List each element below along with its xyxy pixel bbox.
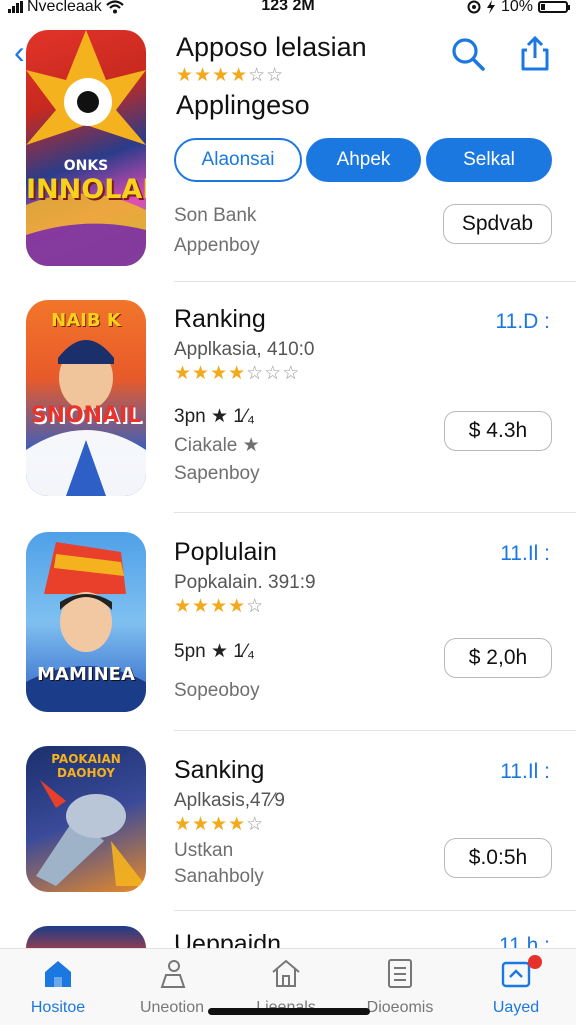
app-name[interactable]: Ranking bbox=[174, 305, 266, 334]
search-icon[interactable] bbox=[450, 36, 486, 72]
price-button[interactable]: $.0:5h bbox=[444, 838, 552, 878]
app-line-3: Sopeoboy bbox=[174, 680, 260, 701]
app-meta: Popkalain. 391:9 bbox=[174, 572, 316, 593]
charging-icon bbox=[486, 0, 495, 14]
page-subtitle: Applingeso bbox=[176, 90, 310, 120]
app-name[interactable]: Sanking bbox=[174, 756, 264, 785]
app-rating-stars: ★★★★☆ bbox=[174, 596, 265, 617]
app-line-3: Sapenboy bbox=[174, 463, 260, 484]
app-meta: Applkasia, 410:0 bbox=[174, 339, 315, 360]
poplulain-tile-text: MAMINEA bbox=[37, 664, 135, 685]
divider bbox=[174, 730, 576, 731]
sanking-tile-top-text: PAOKAIAN DAOHOY bbox=[51, 752, 121, 780]
header-tile-small-text: ONKS bbox=[63, 158, 109, 174]
app-rating-stars: ★★★★☆☆☆ bbox=[174, 363, 301, 384]
header-app-icon[interactable]: ONKS INNOLAI bbox=[26, 30, 146, 266]
notification-badge bbox=[528, 955, 542, 969]
tab-uneotion[interactable]: Uneotion bbox=[122, 949, 222, 1025]
status-bar: Nvecleaak 123 2M 10% bbox=[0, 0, 576, 18]
app-line-1: 3pn ★ 1⁄₄ bbox=[174, 406, 255, 427]
filter-pill-2[interactable]: Ahpek bbox=[306, 138, 421, 182]
page-title: Apposo lelasian bbox=[176, 32, 367, 62]
battery-icon bbox=[538, 1, 570, 13]
back-icon[interactable]: ‹ bbox=[14, 34, 25, 71]
poplulain-tile-art bbox=[26, 542, 146, 712]
header-tile-text: INNOLAI bbox=[26, 174, 146, 205]
app-line-3: Sanahboly bbox=[174, 866, 264, 887]
app-rank: 11.D : bbox=[495, 310, 550, 333]
app-name[interactable]: Poplulain bbox=[174, 538, 277, 567]
app-line-1: Ustkan bbox=[174, 840, 234, 861]
filter-pill-3[interactable]: Selkal bbox=[426, 138, 552, 182]
tab-label: Hositoe bbox=[30, 999, 86, 1016]
tab-home[interactable]: Hositoe bbox=[8, 949, 108, 1025]
home-indicator[interactable] bbox=[208, 1008, 370, 1015]
app-icon-poplulain[interactable]: MAMINEA bbox=[26, 532, 146, 712]
header-tile-art bbox=[26, 30, 146, 266]
tab-label: Uayed bbox=[492, 999, 540, 1016]
divider bbox=[174, 910, 576, 911]
app-line-2: Ciakale ★ bbox=[174, 435, 260, 456]
divider bbox=[174, 512, 576, 513]
home-icon bbox=[45, 961, 71, 987]
app-meta: Aplkasis,47⁄9 bbox=[174, 790, 285, 811]
app-icon-ranking[interactable]: NAIB K SNONAIL bbox=[26, 300, 146, 496]
divider bbox=[174, 281, 576, 282]
tab-uayed[interactable]: Uayed bbox=[466, 949, 566, 1025]
battery-percent: 10% bbox=[500, 0, 533, 15]
price-button[interactable]: $ 4.3h bbox=[444, 411, 552, 451]
app-rating-stars: ★★★★☆ bbox=[174, 814, 265, 835]
app-rank: 11.Il : bbox=[500, 542, 550, 565]
house-outline-icon bbox=[272, 959, 300, 987]
person-icon bbox=[160, 960, 186, 988]
app-line-1: 5pn ★ 1⁄₄ bbox=[174, 641, 255, 662]
location-icon bbox=[467, 0, 481, 14]
header-developer: Son Bank bbox=[174, 205, 257, 226]
header-category: Appenboy bbox=[174, 235, 260, 256]
ranking-tile-top-text: NAIB K bbox=[51, 310, 121, 331]
header-action-button[interactable]: Spdvab bbox=[443, 204, 552, 244]
ranking-tile-text: SNONAIL bbox=[30, 403, 142, 428]
status-right: 10% bbox=[467, 0, 570, 16]
tab-label: Uneotion bbox=[139, 999, 205, 1016]
document-icon bbox=[388, 959, 412, 988]
filter-pill-1[interactable]: Alaonsai bbox=[174, 138, 302, 182]
app-rank: 11.Il : bbox=[500, 760, 550, 783]
price-button[interactable]: $ 2,0h bbox=[444, 638, 552, 678]
share-icon[interactable] bbox=[517, 36, 553, 72]
header-rating-stars: ★★★★☆☆ bbox=[176, 65, 285, 86]
app-icon-sanking[interactable]: PAOKAIAN DAOHOY bbox=[26, 746, 146, 892]
